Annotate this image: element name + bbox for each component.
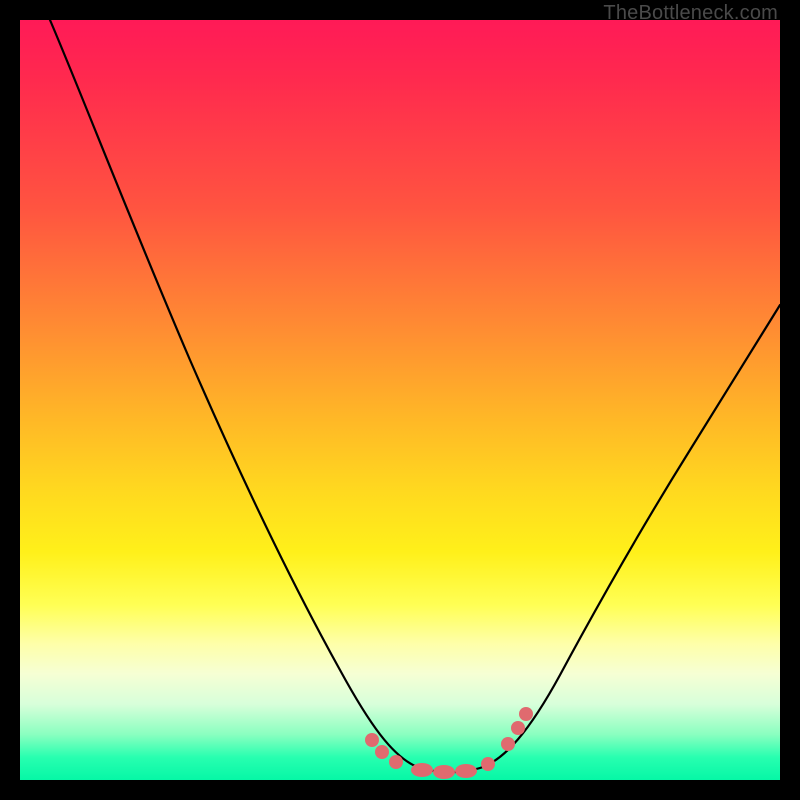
curve-marker: [511, 721, 525, 735]
watermark-text: TheBottleneck.com: [603, 2, 778, 25]
curve-marker: [433, 765, 455, 779]
curve-marker: [501, 737, 515, 751]
curve-marker: [455, 764, 477, 778]
curve-marker: [481, 757, 495, 771]
chart-svg: [20, 20, 780, 780]
curve-marker: [389, 755, 403, 769]
curve-marker: [519, 707, 533, 721]
curve-marker: [411, 763, 433, 777]
curve-marker: [365, 733, 379, 747]
chart-plot-area: [20, 20, 780, 780]
bottleneck-curve: [50, 20, 780, 772]
chart-frame: TheBottleneck.com: [0, 0, 800, 800]
curve-marker: [375, 745, 389, 759]
